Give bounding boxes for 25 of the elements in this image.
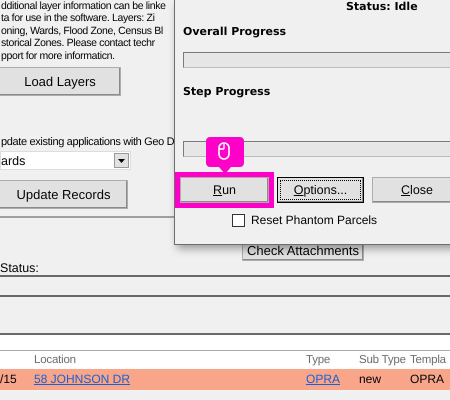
column-header[interactable]: Type <box>306 351 359 370</box>
column-header[interactable]: Sub Type <box>359 351 410 370</box>
dialog-button[interactable]: Close <box>372 177 450 203</box>
description-text: pport for more informaticn. <box>1 50 115 62</box>
dialog-button[interactable]: Run <box>180 177 269 203</box>
update-records-button[interactable]: Update Records <box>0 180 128 210</box>
column-header[interactable]: Location <box>34 351 306 370</box>
description-text: dditional layer information can be linke <box>1 0 166 12</box>
update-description-text: pdate existing applications with Geo D <box>1 136 174 148</box>
reset-phantom-checkbox[interactable]: Reset Phantom Parcels <box>232 213 378 227</box>
load-layers-button[interactable]: Load Layers <box>0 67 121 96</box>
description-text: storical Zones. Please contact techr <box>1 37 155 50</box>
description-text: ta for use in the software. Layers: Zi <box>1 12 155 25</box>
table-cell: OPRA <box>410 369 450 390</box>
dropdown-arrow-icon <box>118 158 125 163</box>
step-progress-label: Step Progress <box>183 85 270 98</box>
dialog-button[interactable]: Options... <box>277 177 364 203</box>
status-label: Status: <box>0 261 39 276</box>
table-cell: /15 <box>0 369 34 390</box>
table-cell: new <box>359 369 410 390</box>
column-header[interactable]: Templa <box>410 351 450 370</box>
overall-progress-label: Overall Progress <box>183 25 286 38</box>
layer-dropdown[interactable]: ards <box>0 151 131 170</box>
status-text: Status: Idle <box>346 0 418 13</box>
description-text: oning, Wards, Flood Zone, Census Bl <box>1 24 163 38</box>
